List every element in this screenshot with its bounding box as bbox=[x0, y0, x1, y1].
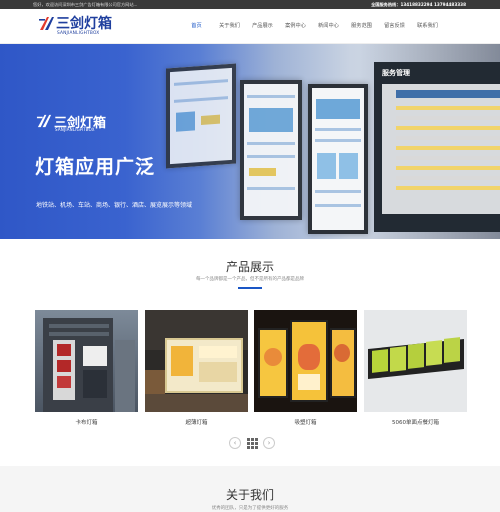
banner-service-board: 服务管理 bbox=[374, 62, 500, 232]
nav-item-home[interactable]: 首页 bbox=[180, 9, 213, 44]
site-header: 三剑灯箱 SANJIANLIGHTBOX 首页 关于我们 产品展示 案例中心 新… bbox=[0, 9, 500, 44]
prev-arrow-icon[interactable]: ‹ bbox=[229, 437, 241, 449]
product-label-3[interactable]: 吸塑灯箱 bbox=[254, 418, 357, 426]
top-bar: 您好，欢迎访问深圳市三剑广告灯箱有限公司官方网站... 全国服务热线：13418… bbox=[0, 0, 500, 9]
banner-logo-en: SANJIANLIGHTBOX bbox=[55, 127, 95, 132]
banner-subline: 地铁站、机场、车站、商场、银行、酒店、展览展示等领域 bbox=[36, 202, 193, 209]
logo-en: SANJIANLIGHTBOX bbox=[57, 31, 100, 36]
board-screen bbox=[382, 84, 500, 214]
hero-banner[interactable]: 服务管理 三剑灯箱 SANJIANLIGHTBOX 灯箱应用广泛 地铁站、机场、… bbox=[0, 44, 500, 239]
banner-lightbox-panel bbox=[308, 84, 368, 234]
nav-item-news[interactable]: 新闻中心 bbox=[312, 9, 345, 44]
banner-lightbox-panel bbox=[166, 63, 236, 169]
hotline-label: 全国服务热线： bbox=[371, 2, 401, 7]
products-pager: ‹ › bbox=[229, 437, 275, 449]
next-arrow-icon[interactable]: › bbox=[263, 437, 275, 449]
nav-item-services[interactable]: 服务范围 bbox=[345, 9, 378, 44]
products-title-underline bbox=[238, 287, 262, 289]
logo-mark-icon bbox=[39, 17, 54, 30]
logo-name: 三剑灯箱 bbox=[56, 16, 112, 32]
about-title: 关于我们 bbox=[225, 488, 274, 502]
banner-headline: 灯箱应用广泛 bbox=[35, 156, 156, 178]
nav-item-contact[interactable]: 联系我们 bbox=[411, 9, 444, 44]
site-logo[interactable]: 三剑灯箱 SANJIANLIGHTBOX bbox=[38, 14, 112, 40]
product-label-4[interactable]: 5060单面点餐灯箱 bbox=[364, 418, 467, 426]
board-title: 服务管理 bbox=[382, 69, 410, 77]
grid-icon[interactable] bbox=[246, 437, 258, 449]
product-label-2[interactable]: 超薄灯箱 bbox=[145, 418, 248, 426]
banner-lightbox-panel bbox=[240, 80, 302, 220]
product-image-3[interactable] bbox=[254, 310, 357, 412]
hotline: 全国服务热线：13418832294 13794483338 bbox=[371, 0, 466, 9]
product-image-4[interactable] bbox=[364, 310, 467, 412]
hotline-numbers: 13418832294 13794483338 bbox=[400, 2, 466, 7]
about-subtitle: 优秀的团队，只是为了提供更好的服务 bbox=[211, 506, 289, 511]
welcome-text: 您好，欢迎访问深圳市三剑广告灯箱有限公司官方网站... bbox=[33, 2, 138, 7]
nav-item-about[interactable]: 关于我们 bbox=[213, 9, 246, 44]
product-image-2[interactable] bbox=[145, 310, 248, 412]
nav-item-products[interactable]: 产品展示 bbox=[246, 9, 279, 44]
product-label-1[interactable]: 卡布灯箱 bbox=[35, 418, 138, 426]
products-subtitle: 每一个品牌都是一个产品，但不是所有的产品都是品牌 bbox=[196, 277, 304, 282]
products-title: 产品展示 bbox=[225, 260, 274, 274]
banner-logo-mark-icon bbox=[36, 114, 52, 128]
main-nav: 首页 关于我们 产品展示 案例中心 新闻中心 服务范围 留言反馈 联系我们 bbox=[180, 9, 444, 44]
nav-item-cases[interactable]: 案例中心 bbox=[279, 9, 312, 44]
nav-item-feedback[interactable]: 留言反馈 bbox=[378, 9, 411, 44]
product-image-1[interactable] bbox=[35, 310, 138, 412]
